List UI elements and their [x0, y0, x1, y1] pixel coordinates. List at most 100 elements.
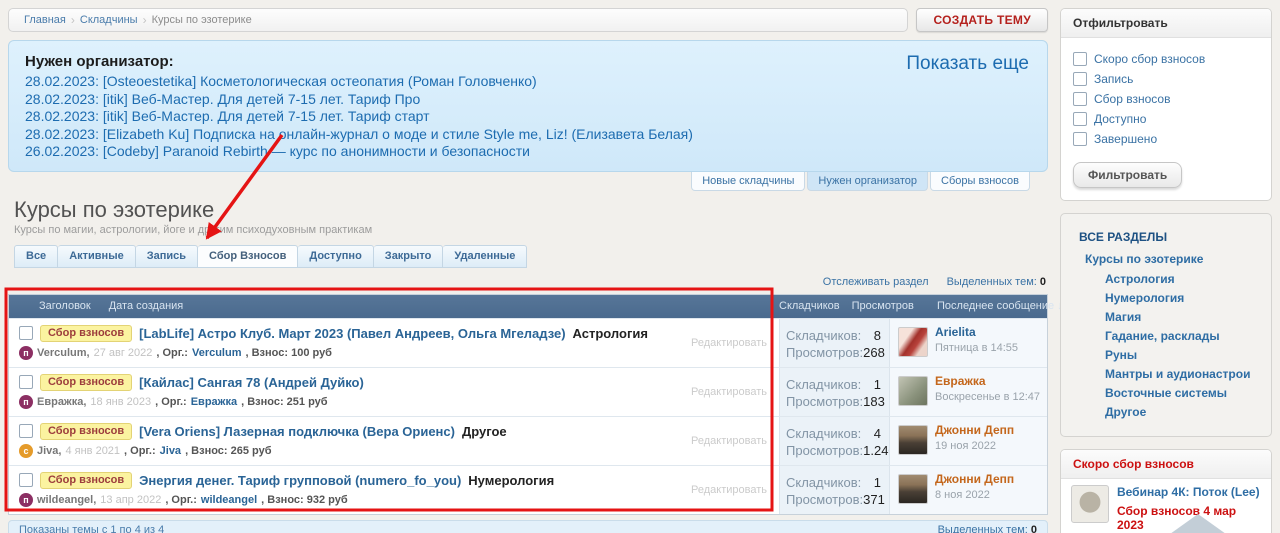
sidebar-item-astrologiya[interactable]: Астрология [1061, 270, 1271, 289]
status-badge: Сбор взносов [40, 325, 132, 342]
notice-item-link[interactable]: 28.02.2023: [itik] Веб-Мастер. Для детей… [25, 91, 1031, 109]
notice-item-link[interactable]: 28.02.2023: [Elizabeth Ku] Подписка на о… [25, 126, 1031, 144]
fee-amount: , Взнос: 251 руб [241, 396, 327, 408]
filter-option-skoro-sbor[interactable]: Скоро сбор взносов [1073, 52, 1259, 66]
checkbox[interactable] [1073, 72, 1087, 86]
table-row: Сбор взносов [Кайлас] Сангая 78 (Андрей … [9, 367, 1047, 416]
edit-link[interactable]: Редактировать [691, 435, 767, 447]
sidebar-item-mantry[interactable]: Мантры и аудионастрои [1061, 365, 1271, 384]
sidebar-item-numerologiya[interactable]: Нумерология [1061, 289, 1271, 308]
topic-cell: Сбор взносов Энергия денег. Тариф группо… [9, 466, 779, 514]
avatar[interactable] [1071, 485, 1109, 523]
topic-title-link[interactable]: Энергия денег. Тариф групповой (numero_f… [139, 473, 461, 488]
edit-link[interactable]: Редактировать [691, 337, 767, 349]
org-label: , Орг.: [155, 396, 187, 408]
edit-link[interactable]: Редактировать [691, 484, 767, 496]
checkbox[interactable] [1073, 132, 1087, 146]
checkbox[interactable] [1073, 92, 1087, 106]
author-link[interactable]: Jiva, [37, 445, 61, 457]
topic-title-link[interactable]: [Кайлас] Сангая 78 (Андрей Дуйко) [139, 375, 364, 390]
views-label: Просмотров: [786, 393, 863, 410]
table-row: Сбор взносов Энергия денег. Тариф группо… [9, 465, 1047, 514]
filter-option-label: Сбор взносов [1094, 92, 1170, 106]
organizer-link[interactable]: wildeangel [201, 494, 257, 506]
avatar[interactable] [898, 327, 928, 357]
organizer-link[interactable]: Jiva [160, 445, 181, 457]
tab-zakryto[interactable]: Закрыто [374, 245, 444, 268]
column-header-title[interactable]: Заголовок [39, 300, 91, 312]
author-link[interactable]: Евражка, [37, 396, 86, 408]
filter-option-dostupno[interactable]: Доступно [1073, 112, 1259, 126]
tab-need-organizer[interactable]: Нужен организатор [807, 172, 928, 191]
sidebar-item-vostochnye-sistemy[interactable]: Восточные системы [1061, 384, 1271, 403]
filter-button[interactable]: Фильтровать [1073, 162, 1182, 188]
stats-cell: Складчиков:1 Просмотров:183 [779, 368, 889, 416]
author-link[interactable]: Verculum, [37, 347, 90, 359]
checkbox[interactable] [1073, 52, 1087, 66]
create-topic-button[interactable]: СОЗДАТЬ ТЕМУ [916, 8, 1048, 32]
user-group-icon: п [19, 493, 33, 507]
notice-item-link[interactable]: 28.02.2023: [itik] Веб-Мастер. Для детей… [25, 108, 1031, 126]
breadcrumb-skladchiny[interactable]: Складчины [80, 14, 138, 26]
breadcrumb-current: Курсы по эзотерике [152, 14, 252, 26]
table-footer: Показаны темы с 1 по 4 из 4 Выделенных т… [8, 520, 1048, 533]
sidebar-item-magiya[interactable]: Магия [1061, 308, 1271, 327]
checkbox[interactable] [1073, 112, 1087, 126]
notice-item-link[interactable]: 26.02.2023: [Codeby] Paranoid Rebirth — … [25, 143, 1031, 161]
sidebar-item-gadanie-rasklady[interactable]: Гадание, расклады [1061, 327, 1271, 346]
column-header-members[interactable]: Складчиков [779, 300, 840, 312]
sidebar-item-runy[interactable]: Руны [1061, 346, 1271, 365]
status-badge: Сбор взносов [40, 423, 132, 440]
author-link[interactable]: wildeangel, [37, 494, 96, 506]
views-label: Просмотров: [786, 491, 863, 508]
column-header-last-message[interactable]: Последнее сообщение ↓ [937, 300, 1063, 312]
views-label: Просмотров: [786, 442, 863, 459]
sidebar-item-drugoe[interactable]: Другое [1061, 403, 1271, 422]
row-checkbox[interactable] [19, 375, 33, 389]
last-poster-link[interactable]: Arielita [935, 325, 1018, 339]
topic-title-link[interactable]: [LabLife] Астро Клуб. Март 2023 (Павел А… [139, 326, 565, 341]
tab-udalennye[interactable]: Удаленные [443, 245, 527, 268]
status-badge: Сбор взносов [40, 472, 132, 489]
row-checkbox[interactable] [19, 473, 33, 487]
notice-item-link[interactable]: 28.02.2023: [Osteoestetika] Косметологич… [25, 73, 1031, 91]
row-checkbox[interactable] [19, 326, 33, 340]
scroll-to-top-button[interactable] [1170, 514, 1226, 533]
tab-aktivnye[interactable]: Активные [58, 245, 136, 268]
last-poster-link[interactable]: Джонни Депп [935, 472, 1014, 486]
last-poster-link[interactable]: Евражка [935, 374, 1040, 388]
row-checkbox[interactable] [19, 424, 33, 438]
all-sections-header: ВСЕ РАЗДЕЛЫ [1061, 226, 1271, 248]
avatar[interactable] [898, 376, 928, 406]
organizer-link[interactable]: Евражка [191, 396, 237, 408]
edit-link[interactable]: Редактировать [691, 386, 767, 398]
tab-sbor-vznosov[interactable]: Сбор Взносов [198, 245, 298, 268]
filter-option-sbor-vznosov[interactable]: Сбор взносов [1073, 92, 1259, 106]
filter-option-zaversheno[interactable]: Завершено [1073, 132, 1259, 146]
topic-title-link[interactable]: [Vera Oriens] Лазерная подключка (Вера О… [139, 424, 455, 439]
forum-page: Главная › Складчины › Курсы по эзотерике… [0, 0, 1280, 533]
topic-filter-tabs: Все Активные Запись Сбор Взносов Доступн… [14, 245, 1048, 268]
filter-option-zapis[interactable]: Запись [1073, 72, 1259, 86]
sidebar-item-kursy-po-ezoterike[interactable]: Курсы по эзотерике [1061, 248, 1271, 270]
tab-vse[interactable]: Все [14, 245, 58, 268]
tab-zapis[interactable]: Запись [136, 245, 198, 268]
created-date: 27 авг 2022 [94, 347, 153, 359]
selected-topics-count: Выделенных тем: 0 [947, 276, 1046, 289]
breadcrumb-home[interactable]: Главная [24, 14, 66, 26]
members-value: 1 [874, 474, 881, 491]
upcoming-topic-link[interactable]: Вебинар 4К: Поток (Lee) [1117, 485, 1261, 500]
organizer-link[interactable]: Verculum [192, 347, 242, 359]
tab-new-skladchiny[interactable]: Новые складчины [691, 172, 805, 191]
avatar[interactable] [898, 425, 928, 455]
last-message-cell: Джонни Депп 8 ноя 2022 [889, 466, 1047, 514]
show-more-link[interactable]: Показать еще [906, 53, 1029, 75]
page-subtitle: Курсы по магии, астрологии, йоге и други… [14, 224, 1048, 237]
watch-section-link[interactable]: Отслеживать раздел [823, 276, 929, 289]
avatar[interactable] [898, 474, 928, 504]
tab-fee-collections[interactable]: Сборы взносов [930, 172, 1030, 191]
last-poster-link[interactable]: Джонни Депп [935, 423, 1014, 437]
org-label: , Орг.: [165, 494, 197, 506]
column-header-created[interactable]: Дата создания [109, 300, 184, 312]
tab-dostupno[interactable]: Доступно [298, 245, 373, 268]
